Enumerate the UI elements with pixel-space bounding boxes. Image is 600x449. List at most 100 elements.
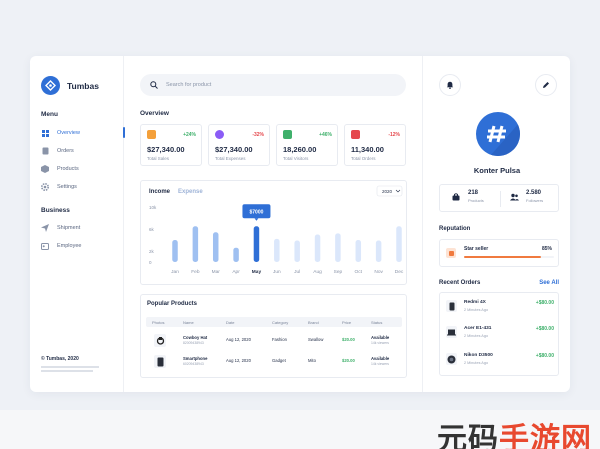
pie-icon: [215, 130, 224, 139]
table-row[interactable]: Cowboy Hat 82009438943 Aug 12, 2020 Fash…: [146, 332, 402, 350]
search-input[interactable]: [166, 82, 366, 88]
x-tick-label: Apr: [232, 269, 240, 275]
product-brand: Mito: [308, 358, 316, 363]
sidebar-item-label: Shipment: [57, 225, 81, 231]
bar-may[interactable]: [253, 226, 260, 262]
reputation-card[interactable]: Star seller 85%: [439, 239, 559, 267]
see-all-link[interactable]: See All: [539, 280, 559, 286]
users-icon: [283, 130, 292, 139]
products-stat[interactable]: 218 Products: [452, 190, 484, 203]
sidebar-item-employee[interactable]: Employee: [41, 241, 124, 251]
column-header: Price: [342, 320, 352, 325]
x-tick-label: May: [252, 269, 262, 275]
pencil-icon: [543, 82, 549, 88]
watermark-text: 元码: [437, 422, 499, 449]
product-category: Gadget: [272, 358, 286, 363]
sidebar-item-orders[interactable]: Orders: [41, 146, 124, 156]
sidebar-item-label: Settings: [57, 184, 77, 190]
reputation-label: Star seller: [464, 246, 489, 252]
bell-icon: [446, 81, 454, 89]
sidebar-item-products[interactable]: Products: [41, 164, 124, 174]
order-item[interactable]: Nikon D3500 2 Minutes Ago +$80.00: [446, 350, 554, 370]
followers-count: 2.580: [526, 190, 542, 196]
column-header: Brand: [308, 320, 319, 325]
stat-change: -12%: [388, 132, 400, 138]
tab-expense[interactable]: Expense: [178, 189, 203, 195]
x-tick-label: Oct: [355, 269, 363, 275]
stat-change: +24%: [183, 132, 196, 138]
column-header: Photos: [152, 320, 165, 325]
stat-card-orders[interactable]: -12% 11,340.00 Total Orders: [344, 124, 406, 166]
notification-button[interactable]: [439, 74, 461, 96]
search-bar[interactable]: [140, 74, 406, 96]
sidebar-item-label: Products: [57, 166, 79, 172]
sidebar-item-shipment[interactable]: Shipment: [41, 223, 124, 233]
x-tick-label: Nov: [374, 269, 383, 275]
order-name: Nikon D3500: [464, 353, 493, 358]
order-price: +$80.00: [535, 300, 554, 306]
product-price: $20.00: [342, 337, 355, 342]
year-dropdown[interactable]: 2020: [376, 185, 403, 197]
stat-label: Total Expenses: [215, 156, 246, 161]
column-header: Status: [371, 320, 383, 325]
logo[interactable]: Tumbas: [41, 76, 99, 95]
bar-nov[interactable]: [375, 240, 382, 262]
stat-card-sales[interactable]: +24% $27,340.00 Total Sales: [140, 124, 202, 166]
sidebar-item-overview[interactable]: Overview: [41, 127, 125, 138]
bag-icon: [452, 192, 460, 200]
bar-feb[interactable]: [192, 226, 199, 262]
smartphone-icon: [154, 355, 166, 368]
order-item[interactable]: Acer E1-431 2 Minutes Ago +$80.00: [446, 323, 554, 343]
orders-header: Recent Orders See All: [439, 280, 559, 286]
document-icon: [41, 147, 49, 155]
column-header: Category: [272, 320, 289, 325]
profile-panel: Konter Pulsa 218 Products 2.580 Follower…: [422, 56, 570, 392]
bar-aug[interactable]: [314, 234, 321, 263]
order-item[interactable]: Redmi 4X 2 Minutes Ago +$80.00: [446, 297, 554, 317]
stat-card-visitors[interactable]: +46% 18,260.00 Total Visitors: [276, 124, 338, 166]
stat-label: Total Visitors: [283, 156, 309, 161]
income-chart: Income Expense 2020 0 2k 6k 10k Jan Feb Mar Apr…: [149, 185, 404, 275]
bar-sep[interactable]: [335, 233, 341, 262]
product-status: Available: [371, 356, 390, 361]
bar-dec[interactable]: [396, 226, 402, 262]
footer-text-line: [41, 366, 99, 368]
product-status: Available: [371, 335, 390, 340]
x-tick-label: Feb: [191, 269, 200, 275]
bar-mar[interactable]: [212, 232, 219, 262]
x-tick-label: Jun: [273, 269, 281, 275]
bar-apr[interactable]: [233, 247, 239, 262]
avatar[interactable]: [476, 112, 520, 156]
overview-title: Overview: [140, 110, 169, 117]
bar-jan[interactable]: [172, 240, 178, 262]
product-date: Aug 12, 2020: [226, 337, 251, 342]
phone-icon: [446, 300, 457, 312]
x-tick-label: Jan: [171, 269, 179, 275]
dashboard-card: Tumbas Menu Overview Orders Products Set…: [30, 56, 570, 392]
bar-jul[interactable]: [294, 240, 300, 262]
grid-icon: [41, 129, 49, 137]
stat-change: -32%: [252, 132, 264, 138]
followers-stat[interactable]: 2.580 Followers: [510, 190, 543, 203]
stat-change: +46%: [319, 132, 332, 138]
order-time: 2 Minutes Ago: [464, 334, 489, 338]
reputation-percent: 85%: [541, 246, 552, 252]
sidebar-item-settings[interactable]: Settings: [41, 182, 124, 192]
tab-income[interactable]: Income: [149, 189, 171, 195]
product-price: $20.00: [342, 358, 355, 363]
bar-jun[interactable]: [274, 238, 280, 262]
product-sku: 82009438943: [183, 341, 204, 345]
footer-text-line: [41, 370, 93, 372]
camera-icon: [446, 353, 457, 365]
stat-card-expenses[interactable]: -32% $27,340.00 Total Expenses: [208, 124, 270, 166]
stat-value: 11,340.00: [351, 145, 384, 154]
gear-icon: [41, 183, 49, 191]
edit-button[interactable]: [535, 74, 557, 96]
business-title: Business: [41, 207, 70, 214]
table-row[interactable]: Smartphone 60209438943 Aug 12, 2020 Gadg…: [146, 353, 402, 371]
order-name: Acer E1-431: [464, 326, 492, 331]
sidebar-item-label: Overview: [57, 130, 80, 136]
orders-card: Redmi 4X 2 Minutes Ago +$80.00 Acer E1-4…: [439, 292, 559, 376]
bar-oct[interactable]: [355, 240, 362, 262]
product-brand: Swallow: [308, 337, 324, 342]
